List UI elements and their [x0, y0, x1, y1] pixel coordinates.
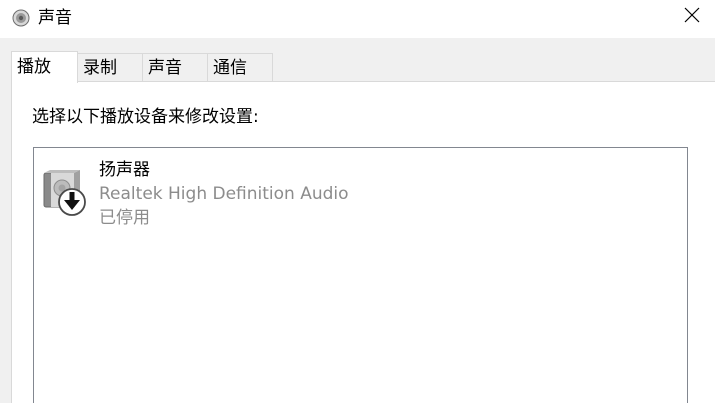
close-icon — [684, 7, 700, 27]
device-status: 已停用 — [99, 208, 150, 228]
sound-dialog: 声音 播放 录制 声音 通信 选择以下播放设备来修改设置: 扬声器 Realte… — [0, 0, 715, 403]
tab-sounds[interactable]: 声音 — [142, 53, 208, 82]
device-name: 扬声器 — [99, 160, 150, 180]
tab-recording[interactable]: 录制 — [77, 53, 143, 82]
speaker-disabled-icon — [42, 170, 90, 236]
instruction-text: 选择以下播放设备来修改设置: — [32, 107, 259, 127]
tab-communications[interactable]: 通信 — [207, 53, 273, 82]
device-driver: Realtek High Definition Audio — [99, 184, 349, 204]
device-list[interactable]: 扬声器 Realtek High Definition Audio 已停用 — [33, 147, 688, 403]
close-button[interactable] — [669, 0, 715, 34]
window-title: 声音 — [38, 8, 72, 28]
tab-playback[interactable]: 播放 — [11, 51, 78, 83]
speaker-icon — [12, 9, 30, 27]
dialog-body: 播放 录制 声音 通信 选择以下播放设备来修改设置: 扬声器 Realtek H… — [0, 38, 715, 403]
playback-panel: 选择以下播放设备来修改设置: 扬声器 Realtek High Definiti… — [11, 81, 715, 403]
title-bar: 声音 — [0, 0, 715, 38]
list-item[interactable]: 扬声器 Realtek High Definition Audio 已停用 — [34, 148, 687, 238]
